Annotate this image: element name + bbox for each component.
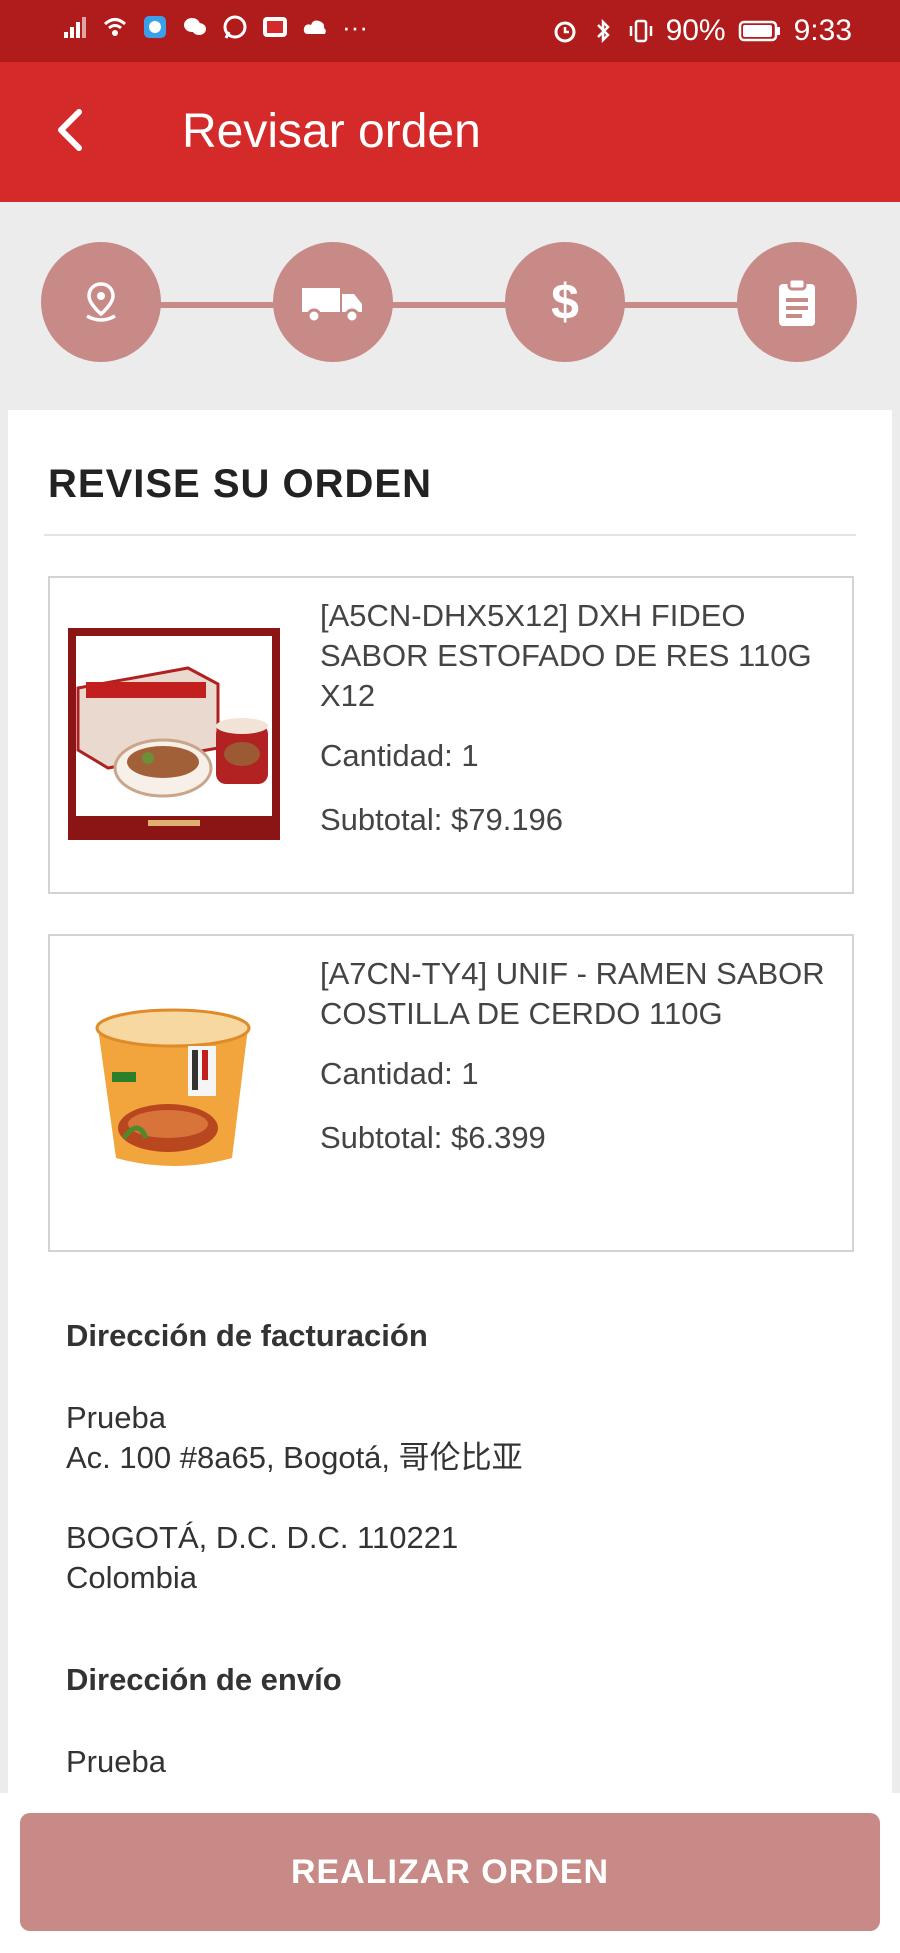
signal-icon bbox=[64, 17, 86, 38]
billing-address-heading: Dirección de facturación bbox=[66, 1318, 428, 1353]
cloud-icon bbox=[303, 20, 326, 34]
billing-address: Dirección de facturación Prueba Ac. 100 … bbox=[66, 1318, 523, 1598]
place-order-button[interactable]: REALIZAR ORDEN bbox=[20, 1813, 880, 1931]
chat-icon bbox=[184, 18, 206, 35]
truck-icon bbox=[302, 288, 362, 324]
bluetooth-icon bbox=[596, 18, 610, 44]
product-name: [A5CN-DHX5X12] DXH FIDEO SABOR ESTOFADO … bbox=[320, 598, 812, 713]
svg-text:$: $ bbox=[551, 274, 579, 330]
step-connector bbox=[392, 302, 508, 308]
step-payment[interactable]: $ bbox=[505, 242, 625, 362]
product-subtotal: Subtotal: $6.399 bbox=[320, 1120, 546, 1155]
billing-city: BOGOTÁ, D.C. D.C. 110221 bbox=[66, 1520, 459, 1555]
wifi-icon bbox=[103, 18, 127, 36]
shipping-name: Prueba bbox=[66, 1744, 166, 1779]
page-title: Revisar orden bbox=[182, 105, 481, 158]
back-button[interactable] bbox=[40, 100, 100, 160]
order-review-card: REVISE SU ORDEN [A5CN-DHX5X12] DXH FIDEO… bbox=[8, 410, 892, 1953]
clipboard-icon bbox=[779, 277, 815, 326]
vibrate-icon bbox=[629, 19, 652, 43]
product-quantity: Cantidad: 1 bbox=[320, 1056, 479, 1091]
whatsapp-icon bbox=[223, 15, 247, 39]
shipping-address-heading: Dirección de envío bbox=[66, 1662, 342, 1697]
status-icons-left: ··· bbox=[62, 14, 368, 40]
order-item[interactable]: [A7CN-TY4] UNIF - RAMEN SABOR COSTILLA D… bbox=[48, 934, 854, 1252]
product-info: [A5CN-DHX5X12] DXH FIDEO SABOR ESTOFADO … bbox=[320, 596, 832, 838]
bottom-action-bar: REALIZAR ORDEN bbox=[0, 1793, 900, 1953]
status-bar: ··· 90% 9:33 bbox=[0, 0, 900, 62]
divider bbox=[44, 534, 856, 536]
alarm-icon bbox=[554, 21, 576, 43]
more-notifications-icon: ··· bbox=[342, 12, 368, 42]
billing-street: Ac. 100 #8a65, Bogotá, 哥伦比亚 bbox=[66, 1440, 523, 1475]
product-info: [A7CN-TY4] UNIF - RAMEN SABOR COSTILLA D… bbox=[320, 954, 832, 1156]
product-subtotal: Subtotal: $79.196 bbox=[320, 802, 564, 837]
shipping-address: Dirección de envío Prueba bbox=[66, 1662, 342, 1782]
battery-icon bbox=[738, 20, 780, 42]
clock: 9:33 bbox=[793, 14, 852, 47]
app-badge-icon bbox=[263, 17, 287, 37]
product-quantity: Cantidad: 1 bbox=[320, 738, 479, 773]
step-connector bbox=[160, 302, 276, 308]
billing-name: Prueba bbox=[66, 1400, 166, 1435]
checkout-stepper: $ bbox=[0, 202, 900, 407]
back-arrow-icon bbox=[58, 109, 82, 151]
battery-percent: 90% bbox=[665, 14, 726, 47]
location-pin-icon bbox=[86, 282, 116, 322]
product-image bbox=[68, 988, 280, 1200]
dollar-icon: $ bbox=[551, 274, 579, 330]
app-bar: Revisar orden bbox=[0, 62, 900, 202]
product-image bbox=[68, 628, 280, 840]
order-item[interactable]: [A5CN-DHX5X12] DXH FIDEO SABOR ESTOFADO … bbox=[48, 576, 854, 894]
section-title: REVISE SU ORDEN bbox=[48, 462, 432, 506]
product-name: [A7CN-TY4] UNIF - RAMEN SABOR COSTILLA D… bbox=[320, 956, 825, 1031]
step-connector bbox=[624, 302, 740, 308]
step-address[interactable] bbox=[41, 242, 161, 362]
step-shipping[interactable] bbox=[273, 242, 393, 362]
status-icons-right: 90% 9:33 bbox=[552, 14, 852, 48]
app-notification-icon bbox=[144, 16, 166, 38]
billing-country: Colombia bbox=[66, 1560, 197, 1595]
step-review[interactable] bbox=[737, 242, 857, 362]
